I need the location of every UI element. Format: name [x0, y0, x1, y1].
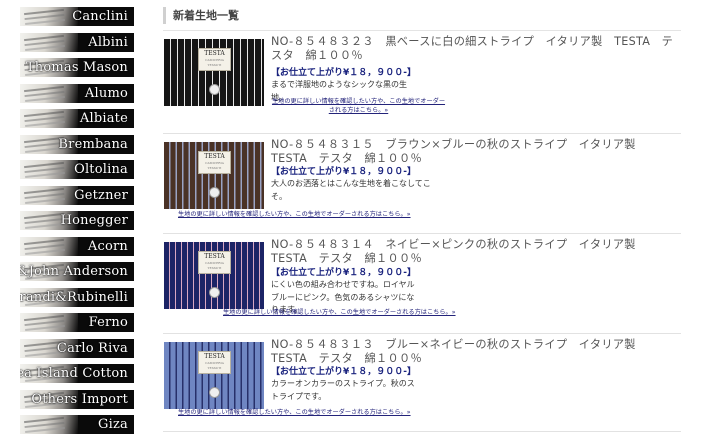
- fabric-label-brand: TESTA: [204, 353, 225, 360]
- shirt-button-icon: [209, 187, 220, 198]
- fabric-item: TESTA CAMICERIA TESSUTI NO-８５４８３２３ 黒ベースに白の…: [163, 31, 681, 134]
- fabric-detail-link[interactable]: 生地の更に詳しい情報を確認したい方や、この生地でオーダーされる方はこちら。»: [178, 408, 411, 417]
- brand-banner-link[interactable]: Brembana: [20, 134, 134, 154]
- fabric-label-subtext: CAMICERIA TESSUTI: [205, 58, 224, 67]
- brand-banner-link[interactable]: Getzner: [20, 185, 134, 205]
- fabric-title: NO-８５４８３１３ ブルー×ネイビーの秋のストライプ イタリア製 TESTA …: [271, 338, 648, 365]
- brand-banner-link[interactable]: Carlo Riva: [20, 338, 134, 358]
- fabric-label-subtext: CAMICERIA TESSUTI: [205, 161, 224, 170]
- brand-fabric-image: [20, 236, 78, 256]
- fabric-title: NO-８５４８３１５ ブラウン×ブルーの秋のストライプ イタリア製 TESTA …: [271, 138, 648, 165]
- brand-banner-link[interactable]: Oltolina: [20, 160, 134, 179]
- brand-banner-link[interactable]: Alumo: [20, 83, 134, 103]
- brand-fabric-image: [20, 160, 78, 179]
- brand-name: Canclini: [72, 9, 128, 24]
- brand-name: David&John Anderson: [20, 264, 128, 279]
- brand-banner-link[interactable]: Sea Island Cotton: [20, 364, 134, 383]
- fabric-label-tag: TESTA CAMICERIA TESSUTI: [198, 351, 231, 374]
- fabric-detail-link[interactable]: 生地の更に詳しい情報を確認したい方や、この生地でオーダーされる方はこちら。»: [178, 210, 411, 219]
- fabric-price: 【お仕立て上がり¥１８，９００-】: [271, 68, 416, 78]
- fabric-description: カラーオンカラーのストライプ。秋のストライプです。: [271, 379, 415, 401]
- shirt-button-icon: [209, 287, 220, 298]
- fabric-label-brand: TESTA: [204, 50, 225, 57]
- brand-banner-link[interactable]: Albini: [20, 32, 134, 52]
- fabric-label-tag: TESTA CAMICERIA TESSUTI: [198, 151, 231, 174]
- brand-name: Thomas Mason: [25, 60, 128, 75]
- brand-banner-link[interactable]: Ferno: [20, 313, 134, 332]
- brand-name: Acorn: [87, 238, 128, 254]
- fabric-detail-link[interactable]: 生地の更に詳しい情報を確認したい方や、この生地でオーダーされる方はこちら。»: [271, 97, 446, 115]
- brand-fabric-image: [20, 313, 78, 332]
- fabric-item: TESTA CAMICERIA TESSUTI NO-８５４８３１４ ネイビー×ピン…: [163, 234, 681, 334]
- fabric-item-list: TESTA CAMICERIA TESSUTI NO-８５４８３２３ 黒ベースに白の…: [163, 31, 681, 432]
- brand-name: Albiate: [79, 111, 128, 126]
- brand-name: Alumo: [84, 85, 128, 101]
- brand-name: Sea Island Cotton: [20, 366, 128, 381]
- fabric-swatch-image[interactable]: TESTA CAMICERIA TESSUTI: [164, 39, 264, 106]
- fabric-swatch-image[interactable]: TESTA CAMICERIA TESSUTI: [164, 342, 264, 409]
- fabric-swatch-image[interactable]: TESTA CAMICERIA TESSUTI: [164, 142, 264, 209]
- brand-fabric-image: [20, 185, 78, 205]
- shirt-button-icon: [209, 84, 220, 95]
- brand-name: Brembana: [58, 136, 128, 152]
- brand-banner-link[interactable]: Acorn: [20, 236, 134, 256]
- fabric-label-subtext: CAMICERIA TESSUTI: [205, 261, 224, 270]
- fabric-label-tag: TESTA CAMICERIA TESSUTI: [198, 48, 231, 71]
- brand-banner-link[interactable]: David&John Anderson: [20, 262, 134, 281]
- brand-name: Oltolina: [74, 162, 128, 177]
- fabric-title: NO-８５４８３１４ ネイビー×ピンクの秋のストライプ イタリア製 TESTA …: [271, 238, 648, 265]
- fabric-description: 大人のお洒落とはこんな生地を着こなしてこそ。: [271, 179, 431, 201]
- brand-fabric-image: [20, 109, 78, 128]
- brand-banner-link[interactable]: Girandi&Rubinelli: [20, 287, 134, 307]
- brand-name: Honegger: [60, 213, 128, 228]
- brand-name: Albini: [88, 34, 128, 50]
- brand-name: Others Import: [31, 391, 128, 407]
- fabric-price: 【お仕立て上がり¥１８，９００-】: [271, 268, 416, 278]
- shirt-button-icon: [209, 387, 220, 398]
- brand-fabric-image: [20, 7, 78, 26]
- fabric-item: TESTA CAMICERIA TESSUTI NO-８５４８３１３ ブルー×ネイビ…: [163, 334, 681, 432]
- brand-name: Getzner: [74, 187, 128, 203]
- brand-fabric-image: [20, 83, 78, 103]
- brand-name: Ferno: [88, 315, 128, 330]
- fabric-label-tag: TESTA CAMICERIA TESSUTI: [198, 251, 231, 274]
- fabric-price: 【お仕立て上がり¥１８，９００-】: [271, 167, 416, 177]
- brand-name: Carlo Riva: [56, 340, 128, 356]
- fabric-label-subtext: CAMICERIA TESSUTI: [205, 361, 224, 370]
- new-fabrics-list: 新着生地一覧 TESTA CAMICERIA TESSUTI NO-８５４８３２３ …: [163, 0, 681, 432]
- brand-name: Girandi&Rubinelli: [20, 289, 128, 305]
- fabric-label-brand: TESTA: [204, 253, 225, 260]
- brand-banner-link[interactable]: Honegger: [20, 211, 134, 230]
- page-title: 新着生地一覧: [163, 7, 681, 24]
- brand-banner-link[interactable]: Others Import: [20, 389, 134, 409]
- brand-fabric-image: [20, 32, 78, 52]
- fabric-item: TESTA CAMICERIA TESSUTI NO-８５４８３１５ ブラウン×ブル…: [163, 134, 681, 234]
- fabric-detail-link[interactable]: 生地の更に詳しい情報を確認したい方や、この生地でオーダーされる方はこちら。»: [223, 308, 456, 317]
- fabric-price: 【お仕立て上がり¥１８，９００-】: [271, 367, 416, 377]
- brand-sidebar: Canclini Albini Thomas Mason Alumo Albiate Br…: [20, 7, 134, 441]
- fabric-title: NO-８５４８３２３ 黒ベースに白の細ストライプ イタリア製 TESTA テスタ…: [271, 35, 674, 62]
- brand-banner-link[interactable]: Albiate: [20, 109, 134, 128]
- fabric-label-brand: TESTA: [204, 153, 225, 160]
- brand-banner-link[interactable]: Thomas Mason: [20, 58, 134, 77]
- brand-banner-link[interactable]: Canclini: [20, 7, 134, 26]
- fabric-swatch-image[interactable]: TESTA CAMICERIA TESSUTI: [164, 242, 264, 309]
